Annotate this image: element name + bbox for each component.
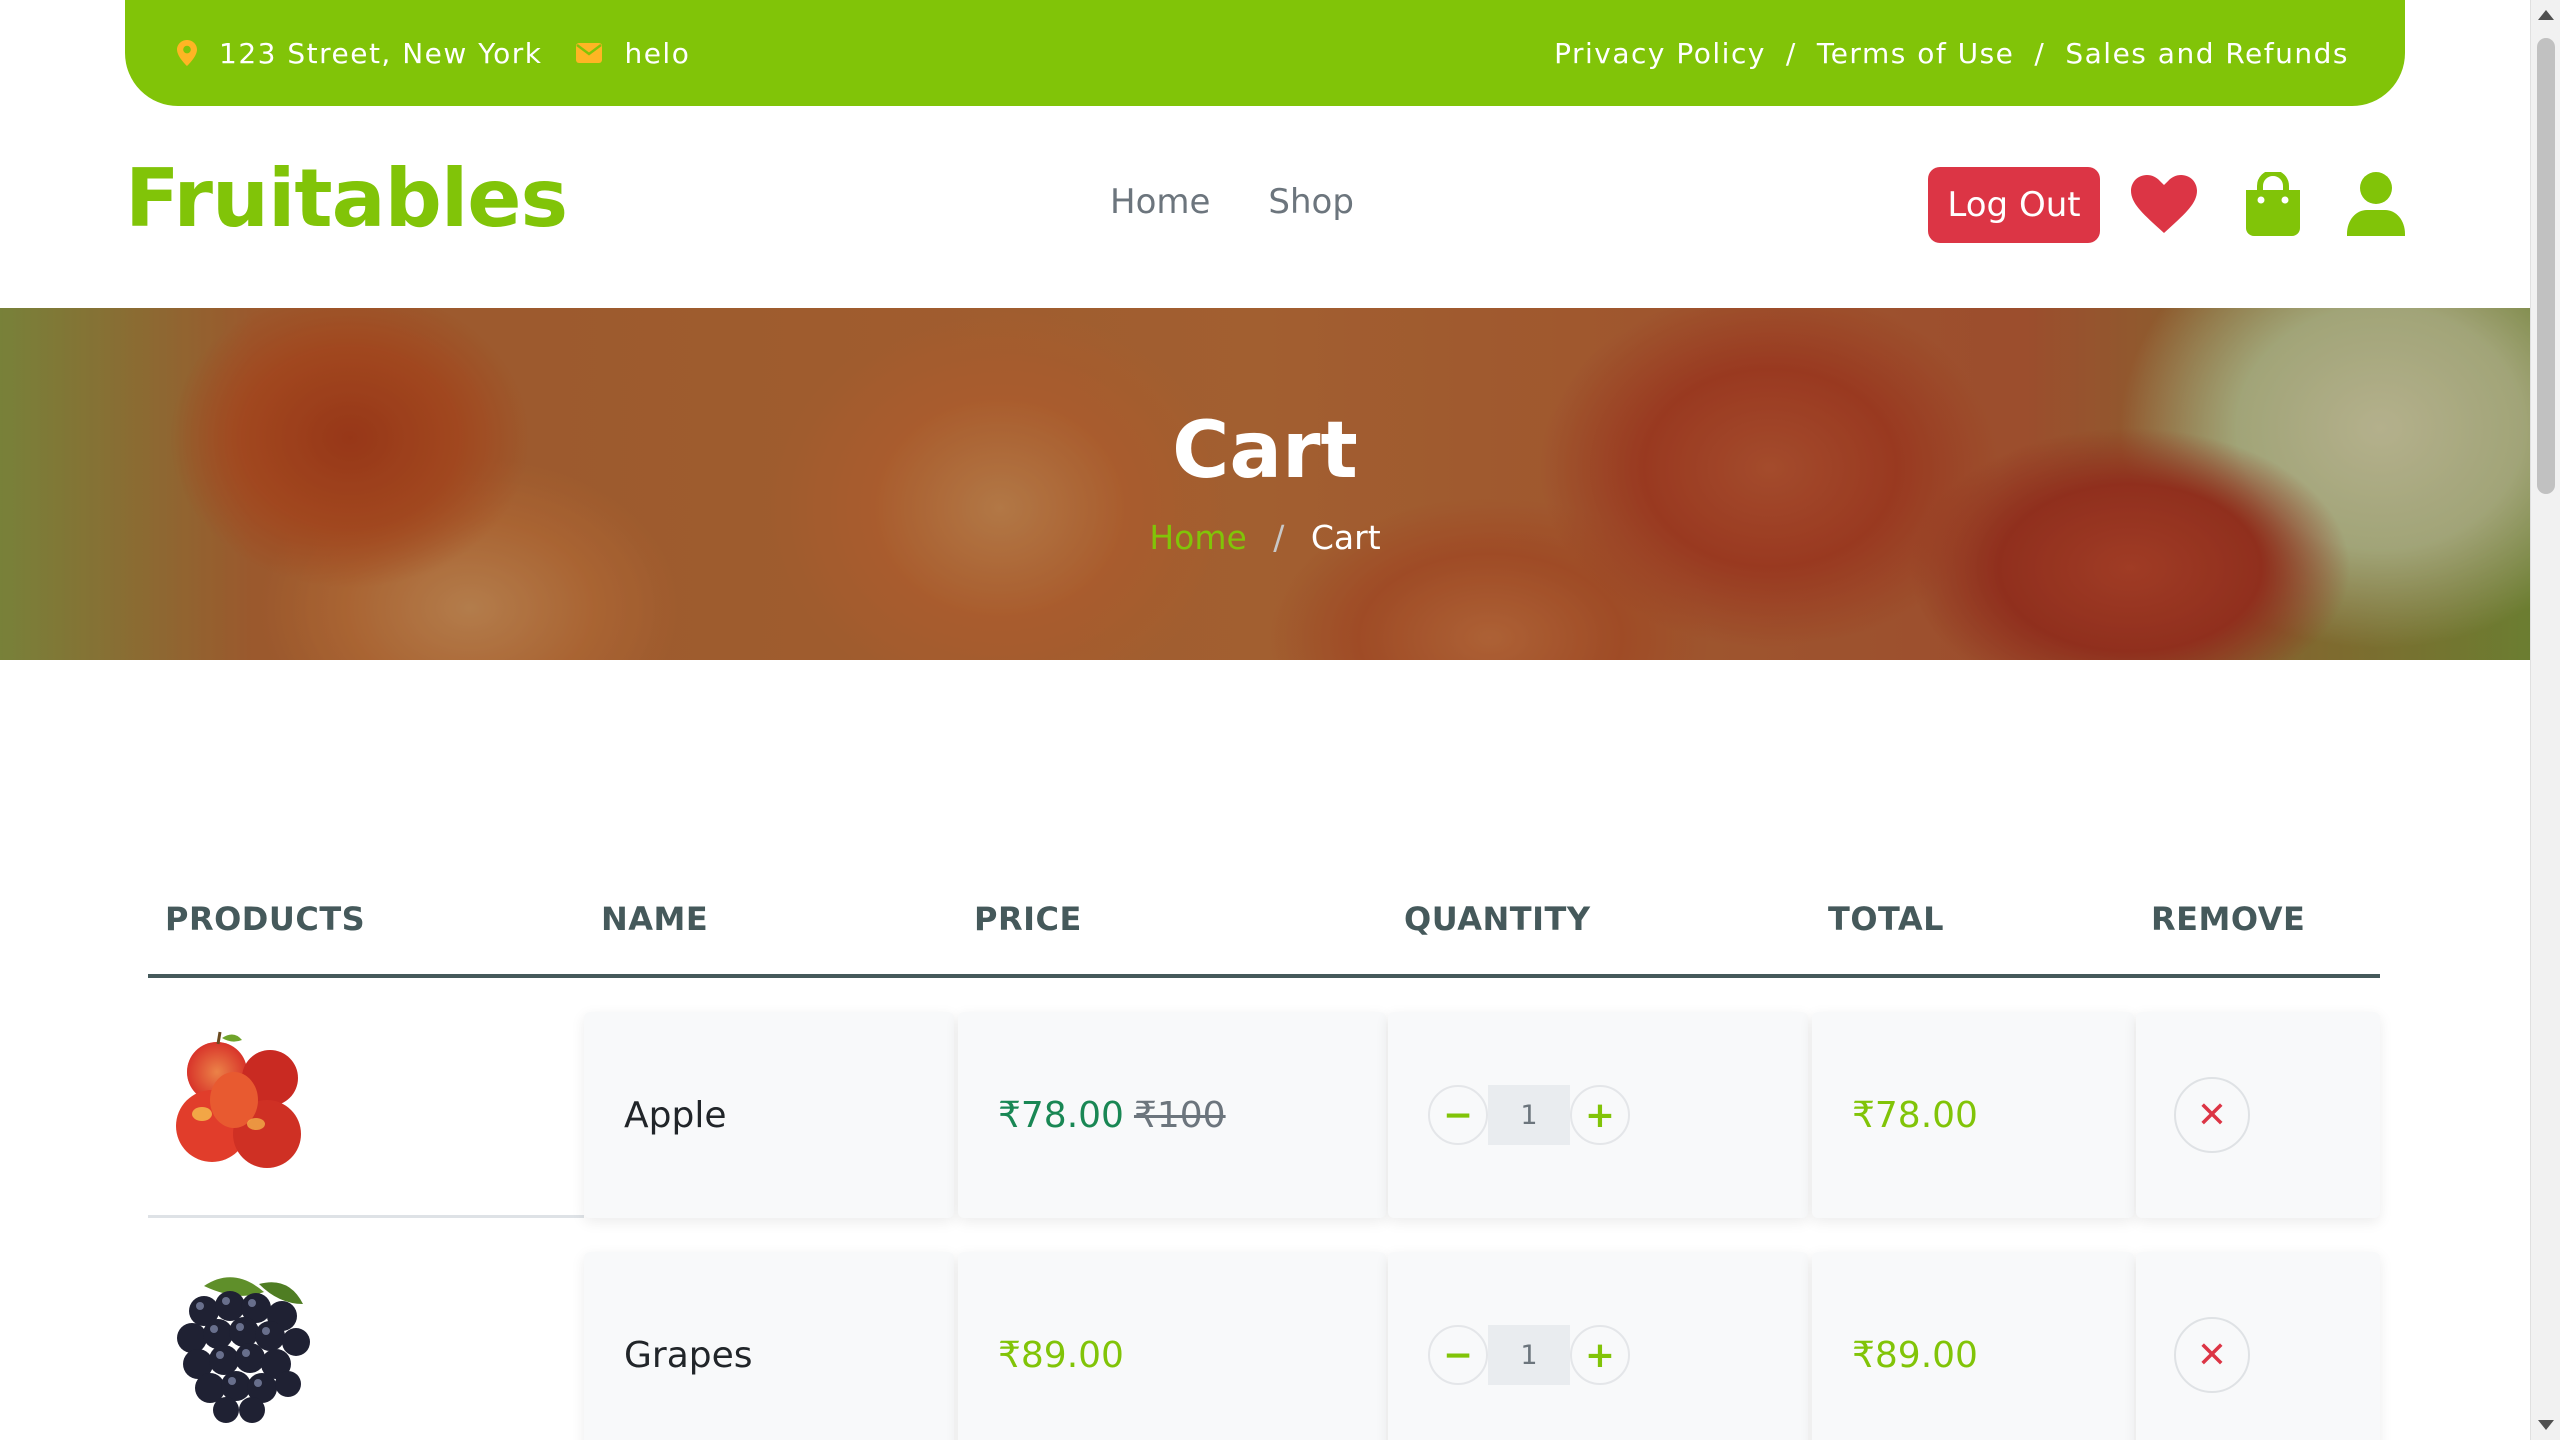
page-title: Cart xyxy=(1172,406,1358,496)
policy-links: Privacy Policy / Terms of Use / Sales an… xyxy=(1554,37,2349,70)
apple-image xyxy=(176,1031,301,1168)
product-name[interactable]: Apple xyxy=(624,1095,726,1136)
address-text: 123 Street, New York xyxy=(219,36,543,70)
envelope-icon xyxy=(576,43,603,63)
email-item[interactable]: helo xyxy=(576,37,690,70)
product-image-cell xyxy=(148,998,584,1218)
logout-button[interactable]: Log Out xyxy=(1928,167,2100,243)
cart-table-header: PRODUCTS NAME PRICE QUANTITY TOTAL REMOV… xyxy=(148,880,2380,978)
breadcrumb: Home / Cart xyxy=(0,518,2530,557)
header-remove: REMOVE xyxy=(2151,900,2306,938)
terms-of-use-link[interactable]: Terms of Use xyxy=(1817,37,2015,70)
site-header: Fruitables Home Shop Log Out xyxy=(0,106,2530,308)
total-cell: ₹89.00 xyxy=(1812,1252,2134,1440)
row-total: ₹78.00 xyxy=(1852,1094,1978,1136)
product-price: ₹89.00 xyxy=(998,1334,1124,1376)
remove-item-button[interactable]: ✕ xyxy=(2174,1317,2250,1393)
quantity-stepper: − 1 + xyxy=(1428,1325,1630,1385)
table-row: Grapes ₹89.00 − 1 + ₹89.00 ✕ xyxy=(148,1238,2380,1440)
breadcrumb-home[interactable]: Home xyxy=(1149,518,1246,557)
table-row: Apple ₹78.00 ₹100 − 1 + ₹78.00 ✕ xyxy=(148,998,2380,1218)
header-products: PRODUCTS xyxy=(165,900,366,938)
header-name: NAME xyxy=(601,900,709,938)
privacy-policy-link[interactable]: Privacy Policy xyxy=(1554,37,1766,70)
row-total: ₹89.00 xyxy=(1852,1334,1978,1376)
header-quantity: QUANTITY xyxy=(1404,900,1591,938)
original-price: ₹100 xyxy=(1133,1094,1226,1136)
product-price: ₹78.00 ₹100 xyxy=(998,1095,1226,1136)
quantity-cell: − 1 + xyxy=(1388,1252,1808,1440)
shopping-bag-icon[interactable] xyxy=(2237,168,2309,240)
quantity-input[interactable]: 1 xyxy=(1488,1325,1570,1385)
product-name[interactable]: Grapes xyxy=(624,1335,753,1376)
product-image-cell xyxy=(148,1238,584,1440)
email-text[interactable]: helo xyxy=(624,37,690,70)
quantity-input[interactable]: 1 xyxy=(1488,1085,1570,1145)
name-cell: Grapes xyxy=(584,1252,954,1440)
nav-home[interactable]: Home xyxy=(1110,182,1210,222)
address-item: 123 Street, New York xyxy=(177,37,542,70)
remove-item-button[interactable]: ✕ xyxy=(2174,1077,2250,1153)
map-marker-icon xyxy=(177,40,197,66)
header-total: TOTAL xyxy=(1828,900,1945,938)
site-logo[interactable]: Fruitables xyxy=(125,152,568,245)
quantity-stepper: − 1 + xyxy=(1428,1085,1630,1145)
breadcrumb-current: Cart xyxy=(1310,518,1381,557)
scroll-down-arrow-icon[interactable] xyxy=(2538,1420,2554,1430)
main-nav: Home Shop xyxy=(1110,182,1412,222)
increase-quantity-button[interactable]: + xyxy=(1570,1085,1630,1145)
scroll-up-arrow-icon[interactable] xyxy=(2538,10,2554,20)
nav-shop[interactable]: Shop xyxy=(1268,182,1354,222)
breadcrumb-separator: / xyxy=(1273,518,1285,557)
link-separator: / xyxy=(1785,36,1797,70)
current-price: ₹78.00 xyxy=(998,1094,1124,1136)
link-separator: / xyxy=(2034,36,2046,70)
page-scrollbar[interactable] xyxy=(2530,0,2560,1440)
heart-icon[interactable] xyxy=(2128,168,2200,240)
sales-refunds-link[interactable]: Sales and Refunds xyxy=(2065,37,2349,70)
scrollbar-thumb[interactable] xyxy=(2537,38,2555,494)
remove-cell: ✕ xyxy=(2136,1252,2380,1440)
top-info-bar: 123 Street, New York helo Privacy Policy… xyxy=(125,0,2405,106)
total-cell: ₹78.00 xyxy=(1812,1012,2134,1218)
name-cell: Apple xyxy=(584,1012,954,1218)
price-cell: ₹78.00 ₹100 xyxy=(958,1012,1386,1218)
increase-quantity-button[interactable]: + xyxy=(1570,1325,1630,1385)
contact-info: 123 Street, New York helo xyxy=(177,37,724,70)
header-price: PRICE xyxy=(974,900,1082,938)
decrease-quantity-button[interactable]: − xyxy=(1428,1085,1488,1145)
remove-cell: ✕ xyxy=(2136,1012,2380,1218)
decrease-quantity-button[interactable]: − xyxy=(1428,1325,1488,1385)
price-cell: ₹89.00 xyxy=(958,1252,1386,1440)
page-hero-banner: Cart Home / Cart xyxy=(0,308,2530,660)
quantity-cell: − 1 + xyxy=(1388,1012,1808,1218)
user-icon[interactable] xyxy=(2340,168,2412,240)
grapes-image xyxy=(166,1268,322,1424)
